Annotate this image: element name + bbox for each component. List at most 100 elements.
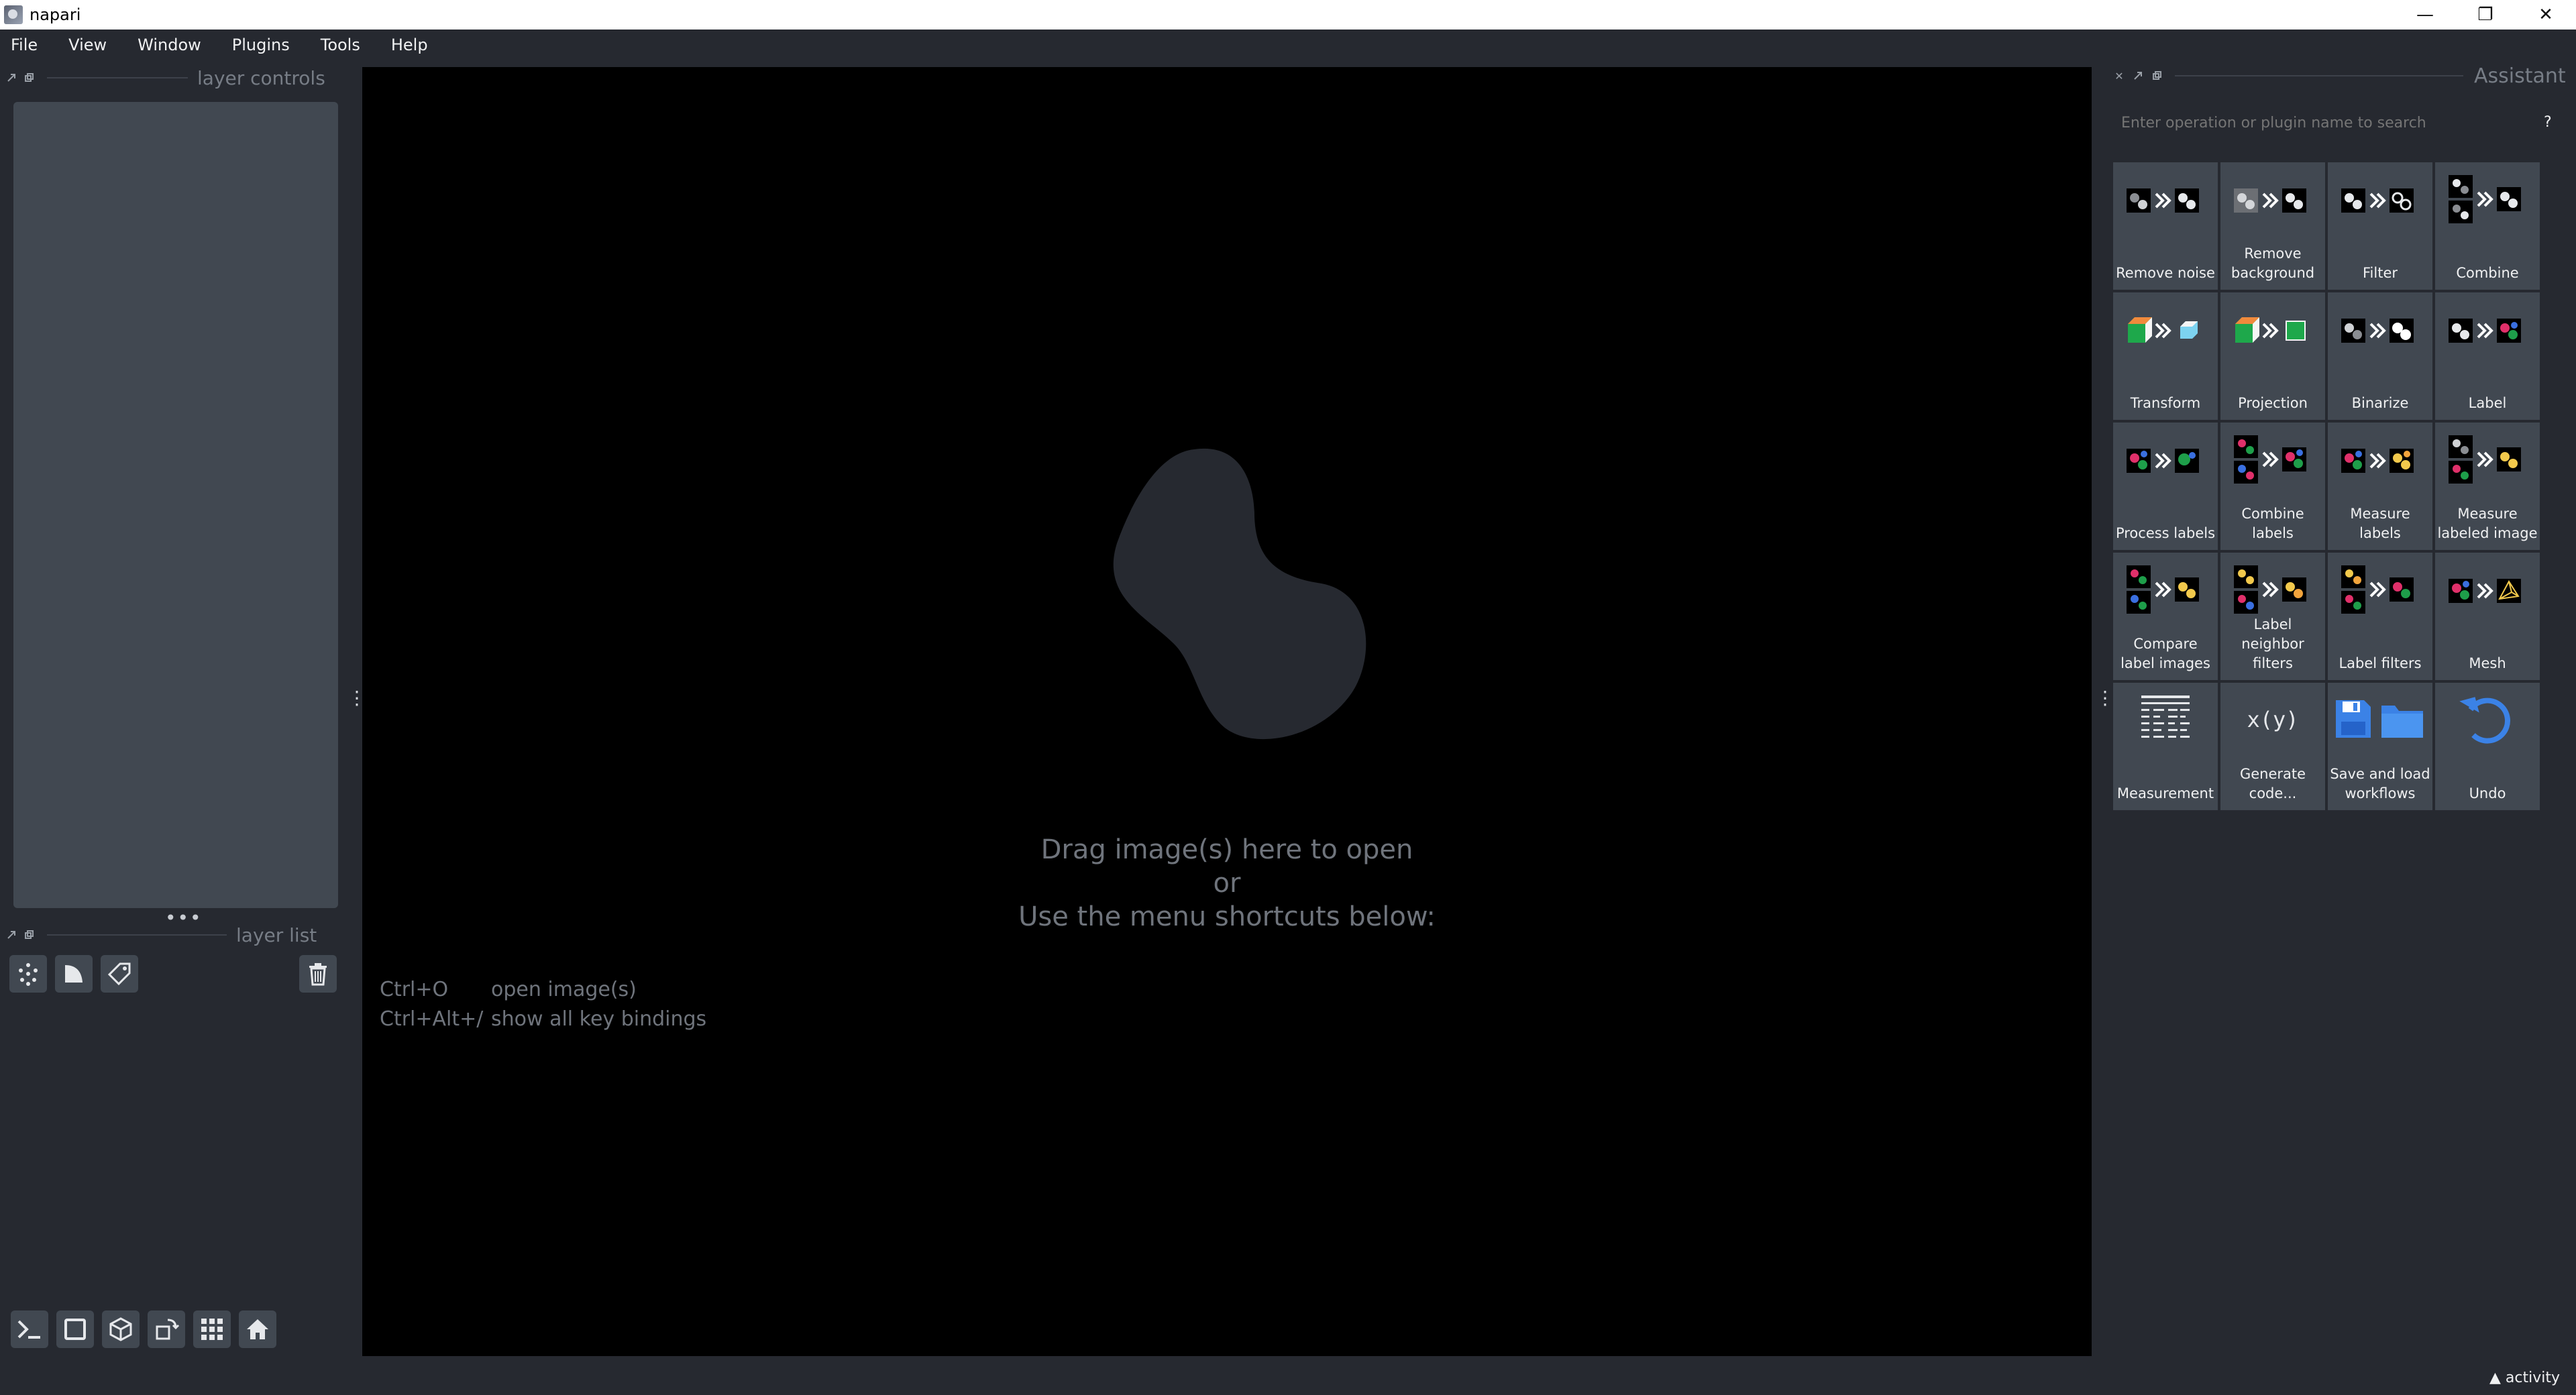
welcome-message: Drag image(s) here to open or Use the me… — [362, 833, 2092, 934]
operation-search-input[interactable] — [2114, 106, 2530, 140]
assistant-tile-grid: Remove noise Remove background Filter Co… — [2113, 162, 2540, 810]
undo-tile[interactable]: Undo — [2435, 683, 2540, 810]
menu-help[interactable]: Help — [387, 33, 432, 57]
toggle-ndisplay-button[interactable] — [56, 1310, 94, 1348]
generate-code-tile[interactable]: x(y) Generate code... — [2220, 683, 2325, 810]
napari-blob-logo — [1113, 448, 1366, 740]
dock-undock-icon[interactable] — [23, 929, 35, 941]
process-labels-tile[interactable]: Process labels — [2113, 423, 2218, 550]
tile-label: Remove noise — [2116, 265, 2215, 281]
remove-noise-icon — [2127, 188, 2199, 213]
console-button[interactable] — [11, 1310, 48, 1348]
left-dock: layer controls ••• layer list — [0, 60, 360, 1355]
new-shapes-layer-button[interactable] — [55, 955, 93, 993]
tile-label: Projection — [2238, 395, 2308, 411]
tile-label: Label filters — [2339, 655, 2422, 671]
delete-layer-button[interactable] — [299, 955, 337, 993]
tile-label: Mesh — [2469, 655, 2506, 671]
menu-bar: File View Window Plugins Tools Help — [0, 30, 2576, 60]
remove-background-icon — [2234, 188, 2306, 213]
cube-icon — [109, 1317, 132, 1341]
window-title: napari — [30, 5, 81, 24]
label-neighbor-filters-tile[interactable]: Label neighbor filters — [2220, 553, 2325, 680]
projection-tile[interactable]: Projection — [2220, 292, 2325, 420]
binarize-tile[interactable]: Binarize — [2328, 292, 2432, 420]
activity-toggle[interactable]: ▲ activity — [2489, 1370, 2560, 1386]
tile-label: Label — [2468, 395, 2507, 411]
shapes-icon — [65, 965, 83, 983]
menu-plugins[interactable]: Plugins — [228, 33, 294, 57]
restore-button[interactable]: ❐ — [2455, 0, 2516, 30]
menu-tools[interactable]: Tools — [317, 33, 364, 57]
undo-icon — [2459, 697, 2510, 744]
tile-label: Compare label images — [2121, 636, 2210, 671]
dock-undock-icon[interactable] — [23, 72, 35, 84]
welcome-line: Use the menu shortcuts below: — [1018, 901, 1436, 932]
measurement-tile[interactable]: Measurement — [2113, 683, 2218, 810]
points-icon — [19, 963, 38, 986]
tile-label: Undo — [2469, 785, 2506, 801]
home-button[interactable] — [239, 1310, 276, 1348]
grid-view-button[interactable] — [193, 1310, 231, 1348]
projection-icon — [2235, 317, 2306, 343]
layer-list-header: layer list — [0, 922, 349, 948]
tile-label: Binarize — [2351, 395, 2409, 411]
dock-float-icon[interactable] — [5, 929, 17, 941]
dock-undock-icon[interactable] — [2151, 70, 2163, 82]
dock-float-icon[interactable] — [2132, 70, 2144, 82]
menu-view[interactable]: View — [64, 33, 111, 57]
minimize-button[interactable]: — — [2395, 0, 2455, 30]
label-filters-icon — [2341, 565, 2414, 614]
tile-label: Save and load workflows — [2330, 766, 2430, 801]
new-labels-layer-button[interactable] — [101, 955, 138, 993]
welcome-line: Drag image(s) here to open — [1040, 834, 1413, 865]
search-help-button[interactable]: ? — [2544, 114, 2552, 131]
process-labels-icon — [2127, 449, 2199, 473]
transpose-button[interactable] — [148, 1310, 185, 1348]
dock-float-icon[interactable] — [5, 72, 17, 84]
roll-dimensions-button[interactable] — [102, 1310, 140, 1348]
measurement-icon — [2141, 695, 2190, 738]
combine-tile[interactable]: Combine — [2435, 162, 2540, 290]
viewer-canvas[interactable]: Drag image(s) here to open or Use the me… — [362, 67, 2092, 1356]
compare-label-images-icon — [2127, 565, 2199, 614]
combine-icon — [2449, 175, 2521, 223]
napari-logo-icon — [4, 5, 23, 24]
combine-labels-tile[interactable]: Combine labels — [2220, 423, 2325, 550]
layer-controls-panel — [13, 102, 338, 908]
transform-icon — [2128, 317, 2198, 343]
measure-labels-tile[interactable]: Measure labels — [2328, 423, 2432, 550]
left-dock-resize-handle[interactable]: ⋮ — [347, 689, 366, 708]
window-controls: — ❐ ✕ — [2395, 0, 2576, 30]
tile-label: Combine labels — [2241, 506, 2304, 541]
measure-labeled-image-tile[interactable]: Measure labeled image — [2435, 423, 2540, 550]
right-dock-resize-handle[interactable]: ⋮ — [2096, 689, 2114, 708]
close-button[interactable]: ✕ — [2516, 0, 2576, 30]
binarize-icon — [2341, 319, 2414, 343]
shortcut-row: Ctrl+Alt+/ show all key bindings — [380, 1005, 706, 1034]
label-tile[interactable]: Label — [2435, 292, 2540, 420]
measure-labels-icon — [2341, 449, 2414, 473]
new-points-layer-button[interactable] — [9, 955, 47, 993]
transform-tile[interactable]: Transform — [2113, 292, 2218, 420]
layer-controls-header: layer controls — [0, 64, 349, 91]
layer-list-label: layer list — [236, 924, 317, 946]
compare-label-images-tile[interactable]: Compare label images — [2113, 553, 2218, 680]
label-icon — [2449, 319, 2521, 343]
label-neighbor-filters-icon — [2234, 565, 2306, 614]
mesh-tile[interactable]: Mesh — [2435, 553, 2540, 680]
label-filters-tile[interactable]: Label filters — [2328, 553, 2432, 680]
dock-close-icon[interactable]: ✕ — [2113, 70, 2125, 82]
menu-window[interactable]: Window — [133, 33, 205, 57]
menu-file[interactable]: File — [7, 33, 42, 57]
filter-tile[interactable]: Filter — [2328, 162, 2432, 290]
viewer-buttons — [11, 1310, 284, 1348]
mesh-icon — [2449, 579, 2521, 603]
remove-background-tile[interactable]: Remove background — [2220, 162, 2325, 290]
save-load-icon — [2336, 700, 2423, 738]
remove-noise-tile[interactable]: Remove noise — [2113, 162, 2218, 290]
combine-labels-icon — [2234, 435, 2306, 484]
filter-icon — [2341, 188, 2414, 213]
tile-label: Generate code... — [2239, 766, 2306, 801]
save-load-workflows-tile[interactable]: Save and load workflows — [2328, 683, 2432, 810]
